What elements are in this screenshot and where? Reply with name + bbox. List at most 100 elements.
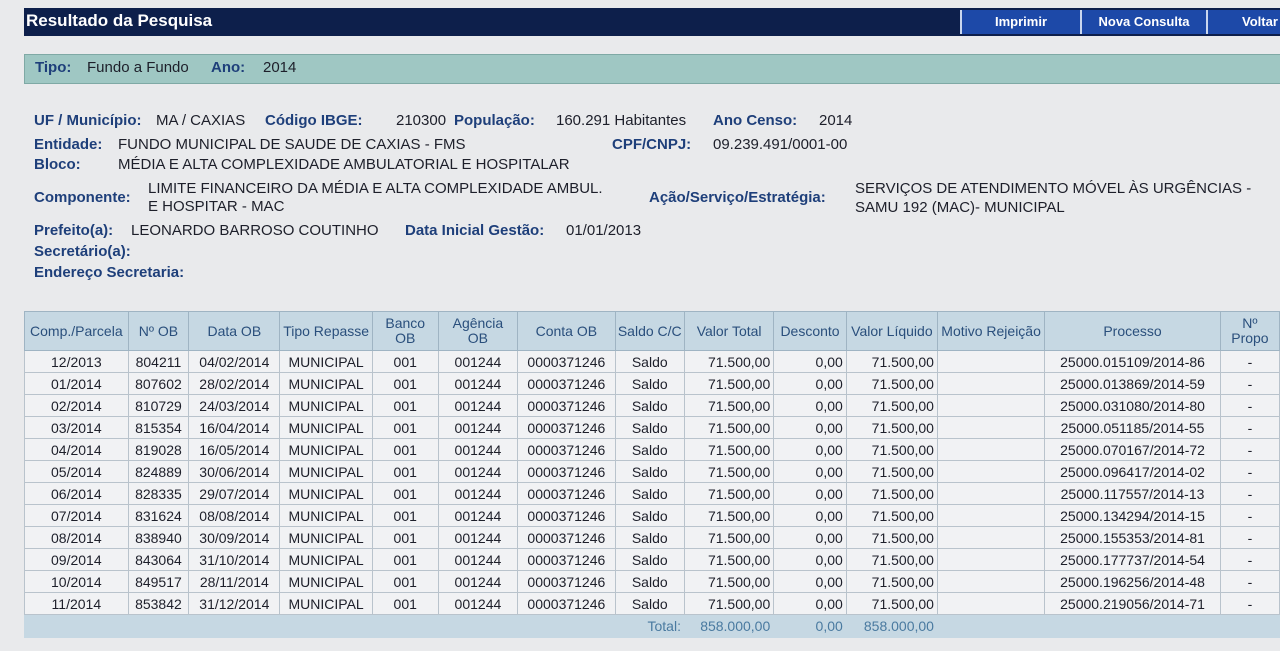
- cell-saldo-cc: Saldo: [614, 460, 685, 483]
- cell-data-ob: 29/07/2014: [188, 482, 281, 505]
- cell-data-ob: 30/06/2014: [188, 460, 281, 483]
- cell-valor-total: 71.500,00: [683, 504, 775, 527]
- cell-conta-ob: 0000371246: [517, 372, 616, 395]
- cell-motivo-rejeicao: [936, 394, 1046, 417]
- cell-agencia-ob: 001244: [437, 570, 519, 593]
- cell-conta-ob: 0000371246: [517, 438, 616, 461]
- cell-conta-ob: 0000371246: [517, 592, 616, 615]
- cell-conta-ob: 0000371246: [517, 526, 616, 549]
- cell-processo: 25000.134294/2014-15: [1044, 504, 1221, 527]
- type-filter-row: Tipo: Fundo a Fundo Ano: 2014: [24, 54, 1280, 84]
- block-label: Bloco:: [34, 156, 81, 173]
- cell-comp-parcela: 01/2014: [24, 372, 129, 395]
- cell-desconto: 0,00: [773, 570, 847, 593]
- cell-tipo-repasse: MUNICIPAL: [279, 350, 373, 373]
- tipo-value: Fundo a Fundo: [87, 59, 189, 76]
- total-empty-cell: [1044, 614, 1221, 638]
- cell-comp-parcela: 06/2014: [24, 482, 129, 505]
- table-row: 02/2014 810729 24/03/2014 MUNICIPAL 001 00124…: [24, 394, 1280, 417]
- cell-agencia-ob: 001244: [437, 438, 519, 461]
- total-desconto: 0,00: [773, 614, 847, 638]
- cell-agencia-ob: 001244: [437, 416, 519, 439]
- cell-agencia-ob: 001244: [437, 350, 519, 373]
- cell-valor-liquido: 71.500,00: [845, 350, 938, 373]
- col-header-conta-ob: Conta OB: [517, 311, 616, 351]
- cell-valor-liquido: 71.500,00: [845, 548, 938, 571]
- action-value-line2: SAMU 192 (MAC)- MUNICIPAL: [855, 199, 1065, 216]
- cell-num-proposta: -: [1219, 416, 1280, 439]
- cell-tipo-repasse: MUNICIPAL: [279, 548, 373, 571]
- cell-tipo-repasse: MUNICIPAL: [279, 592, 373, 615]
- cell-banco-ob: 001: [371, 438, 439, 461]
- cell-num-proposta: -: [1219, 460, 1280, 483]
- cell-processo: 25000.096417/2014-02: [1044, 460, 1221, 483]
- cell-desconto: 0,00: [773, 438, 847, 461]
- cell-tipo-repasse: MUNICIPAL: [279, 416, 373, 439]
- cell-num-proposta: -: [1219, 548, 1280, 571]
- cell-motivo-rejeicao: [936, 504, 1046, 527]
- cell-agencia-ob: 001244: [437, 504, 519, 527]
- cell-data-ob: 16/05/2014: [188, 438, 281, 461]
- cell-saldo-cc: Saldo: [614, 548, 685, 571]
- cell-conta-ob: 0000371246: [517, 548, 616, 571]
- table-row: 06/2014 828335 29/07/2014 MUNICIPAL 001 00124…: [24, 482, 1280, 505]
- cell-num-proposta: -: [1219, 482, 1280, 505]
- cnpj-label: CPF/CNPJ:: [612, 136, 692, 153]
- mayor-label: Prefeito(a):: [34, 222, 114, 239]
- cell-processo: 25000.051185/2014-55: [1044, 416, 1221, 439]
- cell-data-ob: 31/12/2014: [188, 592, 281, 615]
- table-row: 07/2014 831624 08/08/2014 MUNICIPAL 001 00124…: [24, 504, 1280, 527]
- table-row: 05/2014 824889 30/06/2014 MUNICIPAL 001 00124…: [24, 460, 1280, 483]
- cell-data-ob: 04/02/2014: [188, 350, 281, 373]
- table-row: 09/2014 843064 31/10/2014 MUNICIPAL 001 00124…: [24, 548, 1280, 571]
- secretary-label: Secretário(a):: [34, 243, 131, 260]
- new-query-button[interactable]: Nova Consulta: [1080, 10, 1206, 34]
- cell-valor-total: 71.500,00: [683, 394, 775, 417]
- cell-comp-parcela: 05/2014: [24, 460, 129, 483]
- ibge-value: 210300: [396, 112, 447, 129]
- cell-valor-total: 71.500,00: [683, 350, 775, 373]
- total-valor-liquido: 858.000,00: [845, 614, 938, 638]
- col-header-valor-liquido: Valor Líquido: [845, 311, 938, 351]
- cell-data-ob: 28/11/2014: [188, 570, 281, 593]
- cell-num-ob: 819028: [127, 438, 190, 461]
- ano-label: Ano:: [211, 59, 246, 76]
- cell-num-proposta: -: [1219, 350, 1280, 373]
- print-button[interactable]: Imprimir: [960, 10, 1080, 34]
- cell-num-proposta: -: [1219, 504, 1280, 527]
- cell-banco-ob: 001: [371, 394, 439, 417]
- cell-valor-total: 71.500,00: [683, 526, 775, 549]
- table-row: 08/2014 838940 30/09/2014 MUNICIPAL 001 00124…: [24, 526, 1280, 549]
- cell-num-proposta: -: [1219, 526, 1280, 549]
- cell-saldo-cc: Saldo: [614, 504, 685, 527]
- cell-valor-liquido: 71.500,00: [845, 482, 938, 505]
- action-value-line1: SERVIÇOS DE ATENDIMENTO MÓVEL ÀS URGÊNCI…: [855, 180, 1252, 197]
- cell-saldo-cc: Saldo: [614, 350, 685, 373]
- cell-conta-ob: 0000371246: [517, 460, 616, 483]
- col-header-tipo-repasse: Tipo Repasse: [279, 311, 373, 351]
- cell-conta-ob: 0000371246: [517, 350, 616, 373]
- total-label: Total:: [24, 614, 685, 638]
- cell-num-ob: 810729: [127, 394, 190, 417]
- block-value: MÉDIA E ALTA COMPLEXIDADE AMBULATORIAL E…: [118, 156, 570, 173]
- cell-processo: 25000.196256/2014-48: [1044, 570, 1221, 593]
- tipo-label: Tipo:: [35, 59, 72, 76]
- cell-comp-parcela: 07/2014: [24, 504, 129, 527]
- cell-tipo-repasse: MUNICIPAL: [279, 372, 373, 395]
- cnpj-value: 09.239.491/0001-00: [713, 136, 848, 153]
- cell-motivo-rejeicao: [936, 438, 1046, 461]
- cell-desconto: 0,00: [773, 592, 847, 615]
- cell-data-ob: 28/02/2014: [188, 372, 281, 395]
- cell-saldo-cc: Saldo: [614, 592, 685, 615]
- col-header-num-ob: Nº OB: [127, 311, 190, 351]
- cell-agencia-ob: 001244: [437, 372, 519, 395]
- cell-agencia-ob: 001244: [437, 592, 519, 615]
- cell-processo: 25000.177737/2014-54: [1044, 548, 1221, 571]
- cell-saldo-cc: Saldo: [614, 570, 685, 593]
- cell-motivo-rejeicao: [936, 592, 1046, 615]
- cell-tipo-repasse: MUNICIPAL: [279, 570, 373, 593]
- table-total-row: Total: 858.000,00 0,00 858.000,00: [24, 614, 1280, 638]
- back-button[interactable]: Voltar: [1206, 10, 1280, 34]
- cell-tipo-repasse: MUNICIPAL: [279, 504, 373, 527]
- cell-desconto: 0,00: [773, 482, 847, 505]
